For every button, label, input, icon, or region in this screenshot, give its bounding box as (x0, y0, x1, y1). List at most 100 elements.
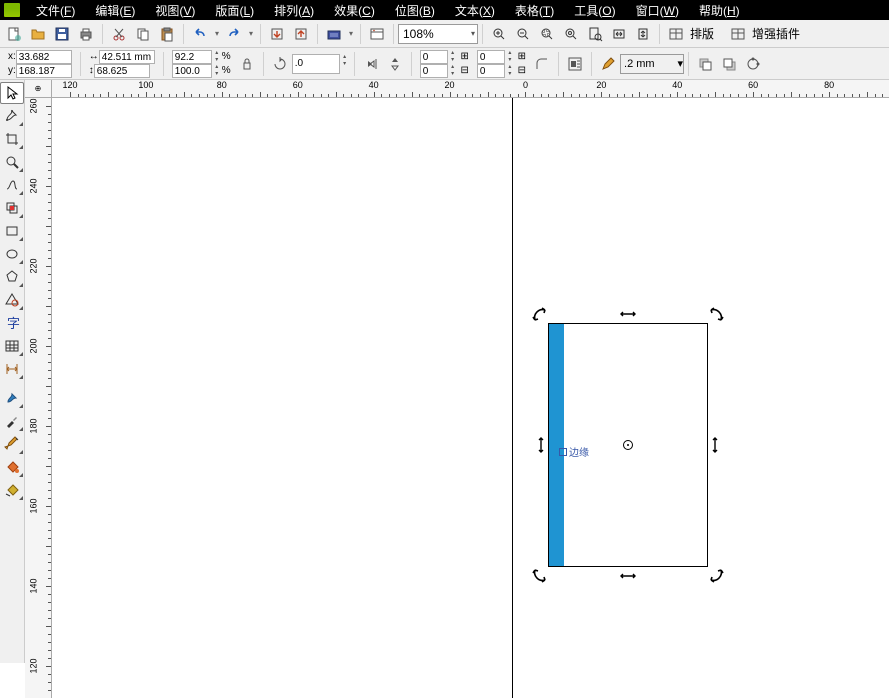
rotation-center[interactable] (623, 440, 633, 450)
rotate-handle-br[interactable] (709, 568, 725, 584)
nudge2-field[interactable]: 0 (420, 64, 448, 78)
drawing-canvas[interactable]: 边缘 (52, 98, 889, 698)
menu-tools[interactable]: 工具(O) (564, 2, 625, 19)
pick-tool[interactable] (0, 82, 24, 104)
menu-view[interactable]: 视图(V) (145, 2, 205, 19)
outline-width-select[interactable]: .2 mm▾ (620, 54, 684, 74)
zoom-level-select[interactable]: 108%▾ (398, 24, 478, 44)
outline-pen-icon (597, 53, 619, 75)
vertical-ruler[interactable]: 260240220200180160140120 (25, 98, 52, 698)
fill-tool[interactable] (0, 456, 24, 478)
zoom-height-button[interactable] (632, 23, 654, 45)
zoom-selection-button[interactable] (536, 23, 558, 45)
workspace: 字 ⊕ 12010080604020020406080100 260240220… (0, 80, 889, 663)
menu-layout[interactable]: 版面(L) (205, 2, 264, 19)
rectangle-tool[interactable] (0, 220, 24, 242)
export-button[interactable] (290, 23, 312, 45)
zoom-out-button[interactable] (512, 23, 534, 45)
width-field[interactable]: 42.511 mm (99, 50, 155, 64)
nudge1-field[interactable]: 0 (420, 50, 448, 64)
undo-button[interactable] (189, 23, 211, 45)
scale-x-field[interactable]: 92.2 (172, 50, 212, 64)
zoom-page-button[interactable] (584, 23, 606, 45)
zoom-all-button[interactable] (560, 23, 582, 45)
ellipse-tool[interactable] (0, 243, 24, 265)
save-button[interactable] (51, 23, 73, 45)
zoom-tool[interactable] (0, 151, 24, 173)
zoom-width-button[interactable] (608, 23, 630, 45)
nudge-group2: 0▴▾ ⊞ 0▴▾ ⊟ (473, 50, 530, 78)
new-button[interactable] (3, 23, 25, 45)
lock-ratio-button[interactable] (236, 53, 258, 75)
convert-curves-button[interactable] (742, 53, 764, 75)
basic-shapes-tool[interactable] (0, 289, 24, 311)
undo-dropdown[interactable]: ▾ (212, 23, 222, 45)
app-launcher-button[interactable] (323, 23, 345, 45)
x-field[interactable]: 33.682 mm (16, 50, 72, 64)
menu-bar: 文件(F) 编辑(E) 视图(V) 版面(L) 排列(A) 效果(C) 位图(B… (0, 0, 889, 20)
wrap-text-button[interactable] (564, 53, 586, 75)
menu-arrange[interactable]: 排列(A) (264, 2, 324, 19)
skew-handle-bottom[interactable] (619, 572, 637, 580)
redo-dropdown[interactable]: ▾ (246, 23, 256, 45)
open-button[interactable] (27, 23, 49, 45)
nudge4-field[interactable]: 0 (477, 64, 505, 78)
skew-handle-right[interactable] (711, 436, 719, 454)
mirror-v-button[interactable] (384, 53, 406, 75)
interactive-tool[interactable] (0, 387, 24, 409)
shape-tool[interactable] (0, 105, 24, 127)
menu-bitmap[interactable]: 位图(B) (385, 2, 445, 19)
skew-handle-left[interactable] (537, 436, 545, 454)
layout-assist-label[interactable]: 排版 (688, 25, 716, 42)
interactive-fill-tool[interactable] (0, 479, 24, 501)
svg-text:字: 字 (7, 316, 20, 331)
menu-help[interactable]: 帮助(H) (689, 2, 750, 19)
rotation-field[interactable]: .0 (292, 54, 340, 74)
layout-assist-icon[interactable] (665, 23, 687, 45)
to-back-button[interactable] (718, 53, 740, 75)
paste-button[interactable] (156, 23, 178, 45)
menu-edit[interactable]: 编辑(E) (85, 2, 145, 19)
nudge3-field[interactable]: 0 (477, 50, 505, 64)
eyedropper-tool[interactable] (0, 410, 24, 432)
menu-window[interactable]: 窗口(W) (626, 2, 689, 19)
redo-button[interactable] (223, 23, 245, 45)
dimension-tool[interactable] (0, 358, 24, 380)
outline-tool[interactable] (0, 433, 24, 455)
menu-effects[interactable]: 效果(C) (324, 2, 385, 19)
menu-table[interactable]: 表格(T) (505, 2, 564, 19)
corner-round-button[interactable] (531, 53, 553, 75)
smart-fill-tool[interactable] (0, 197, 24, 219)
text-tool[interactable]: 字 (0, 312, 24, 334)
crop-tool[interactable] (0, 128, 24, 150)
freehand-tool[interactable] (0, 174, 24, 196)
rotate-handle-bl[interactable] (531, 568, 547, 584)
app-launcher-dropdown[interactable]: ▾ (346, 23, 356, 45)
print-button[interactable] (75, 23, 97, 45)
import-button[interactable] (266, 23, 288, 45)
menu-text[interactable]: 文本(X) (445, 2, 505, 19)
cut-button[interactable] (108, 23, 130, 45)
horizontal-ruler[interactable]: 12010080604020020406080100 (52, 80, 889, 98)
y-field[interactable]: 168.187 mm (16, 64, 72, 78)
enhance-plugin-label[interactable]: 增强插件 (750, 25, 802, 42)
scale-y-field[interactable]: 100.0 (172, 64, 212, 78)
rotate-handle-tl[interactable] (531, 306, 547, 322)
enhance-plugin-icon[interactable] (727, 23, 749, 45)
polygon-tool[interactable] (0, 266, 24, 288)
to-front-button[interactable] (694, 53, 716, 75)
welcome-button[interactable] (366, 23, 388, 45)
selected-rectangle[interactable]: 边缘 (548, 323, 708, 567)
skew-handle-top[interactable] (619, 310, 637, 318)
rotate-handle-tr[interactable] (709, 306, 725, 322)
mirror-h-button[interactable] (360, 53, 382, 75)
height-field[interactable]: 68.625 mm (94, 64, 150, 78)
ruler-origin[interactable]: ⊕ (25, 80, 52, 98)
property-bar: x: 33.682 mm y: 168.187 mm ↔ 42.511 mm ↕… (0, 48, 889, 80)
zoom-in-button[interactable] (488, 23, 510, 45)
copy-button[interactable] (132, 23, 154, 45)
scale-unit2: % (222, 64, 231, 78)
scale-group: 92.2▴▾ % 100.0▴▾ % (168, 50, 235, 78)
menu-file[interactable]: 文件(F) (26, 2, 85, 19)
table-tool[interactable] (0, 335, 24, 357)
